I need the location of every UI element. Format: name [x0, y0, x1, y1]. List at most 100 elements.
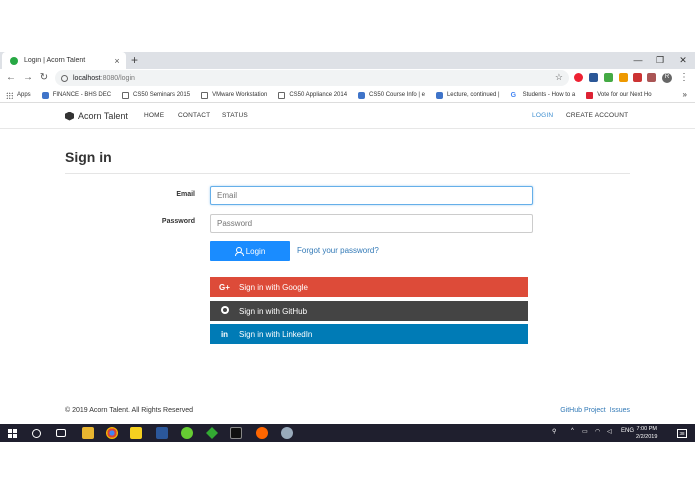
forgot-password-link[interactable]: Forgot your password?: [297, 246, 379, 255]
bookmark-students[interactable]: G Students - How to a: [511, 92, 576, 99]
nav-create-account[interactable]: CREATE ACCOUNT: [566, 112, 628, 119]
browser-tab-strip: Login | Acorn Talent × + — ❐ ✕: [0, 52, 695, 69]
sign-in-linkedin-button[interactable]: in Sign in with LinkedIn: [210, 324, 528, 344]
bookmark-vmware[interactable]: VMware Workstation: [201, 91, 267, 99]
brand-link[interactable]: Acorn Talent: [65, 111, 128, 121]
apps-grid-icon: [6, 91, 13, 99]
bottom-margin: [0, 442, 695, 494]
file-explorer-icon[interactable]: [82, 427, 94, 439]
nav-login[interactable]: LOGIN: [532, 112, 553, 119]
url-text: localhost:8080/login: [73, 74, 135, 82]
page-icon: [122, 91, 130, 99]
language-indicator[interactable]: ENG: [621, 428, 634, 434]
bookmark-apps[interactable]: Apps: [6, 91, 31, 99]
battery-icon[interactable]: ▭: [582, 428, 588, 435]
chrome-icon[interactable]: [106, 427, 118, 439]
email-label: Email: [176, 191, 195, 198]
taskbar-clock[interactable]: 7:00 PM 2/2/2019: [636, 425, 657, 441]
bookmarks-more-icon[interactable]: »: [683, 90, 687, 99]
bookmark-star-icon[interactable]: ☆: [555, 72, 563, 83]
bookmark-finance[interactable]: FINANCE - BHS DEC: [41, 91, 111, 99]
app-icon[interactable]: [206, 427, 218, 439]
cube-logo-icon: [65, 111, 74, 121]
email-input[interactable]: [210, 186, 533, 205]
back-arrow-icon[interactable]: ←: [4, 71, 18, 85]
tab-close-icon[interactable]: ×: [112, 56, 122, 66]
edx-icon: [435, 91, 443, 99]
google-icon: G: [510, 91, 517, 99]
sticky-notes-icon[interactable]: [130, 427, 142, 439]
github-project-link[interactable]: GitHub Project: [560, 407, 606, 414]
word-icon[interactable]: [156, 427, 168, 439]
extension-icon[interactable]: [589, 73, 598, 82]
sign-in-google-button[interactable]: G+ Sign in with Google: [210, 277, 528, 297]
footer-links: GitHub Project Issues: [556, 407, 630, 414]
info-icon[interactable]: [61, 74, 68, 82]
top-margin: [0, 0, 695, 52]
address-bar[interactable]: localhost:8080/login ☆: [55, 70, 569, 86]
new-tab-button[interactable]: +: [131, 53, 138, 67]
app-navbar: Acorn Talent HOME CONTACT STATUS LOGIN C…: [0, 104, 695, 129]
wifi-icon[interactable]: ◠: [595, 428, 600, 435]
bookmark-vote[interactable]: Vote for our Next Ho: [586, 91, 652, 99]
bookmarks-bar: Apps FINANCE - BHS DEC CS50 Seminars 201…: [0, 88, 695, 103]
sign-in-linkedin-label: Sign in with LinkedIn: [239, 329, 313, 339]
minimize-button[interactable]: —: [626, 52, 650, 69]
browser-toolbar: ← → ↻ localhost:8080/login ☆ R ⋮: [0, 69, 695, 88]
extension-icon[interactable]: [647, 73, 656, 82]
page-title: Sign in: [65, 149, 112, 165]
notification-center-icon[interactable]: 38: [677, 429, 687, 438]
password-input[interactable]: [210, 214, 533, 233]
clock-date: 2/2/2019: [636, 434, 658, 440]
app-icon[interactable]: [181, 427, 193, 439]
extension-icon[interactable]: [604, 73, 613, 82]
bookmark-cs50-seminars[interactable]: CS50 Seminars 2015: [122, 91, 190, 99]
page-icon: [278, 91, 286, 99]
bookmark-cs50-course-info[interactable]: CS50 Course Info | e: [358, 91, 425, 99]
favicon-icon: [10, 56, 18, 65]
task-view-icon[interactable]: [56, 429, 66, 437]
nav-home[interactable]: HOME: [144, 112, 164, 119]
edx-icon: [358, 91, 366, 99]
divider: [65, 173, 630, 174]
forward-arrow-icon[interactable]: →: [21, 71, 35, 85]
profile-avatar[interactable]: R: [662, 73, 672, 83]
opera-extension-icon[interactable]: [574, 73, 583, 82]
linkedin-icon: in: [220, 329, 229, 339]
sign-in-google-label: Sign in with Google: [239, 282, 308, 292]
extension-icon[interactable]: [633, 73, 642, 82]
terminal-icon[interactable]: [230, 427, 242, 439]
brand-name: Acorn Talent: [78, 111, 128, 121]
extension-icon[interactable]: [619, 73, 628, 82]
app-icon[interactable]: [281, 427, 293, 439]
google-plus-icon: G+: [219, 282, 230, 292]
maximize-button[interactable]: ❐: [648, 52, 672, 69]
nav-contact[interactable]: CONTACT: [178, 112, 210, 119]
issues-link[interactable]: Issues: [610, 407, 630, 414]
app-icon[interactable]: [256, 427, 268, 439]
user-icon: [234, 247, 244, 256]
windows-start-icon[interactable]: [8, 429, 17, 438]
close-window-button[interactable]: ✕: [671, 52, 695, 69]
login-button[interactable]: Login: [210, 241, 290, 261]
bookmark-cs50-appliance[interactable]: CS50 Appliance 2014: [278, 91, 347, 99]
tab-title: Login | Acorn Talent: [24, 57, 86, 64]
page-icon: [201, 91, 209, 99]
app-page: Acorn Talent HOME CONTACT STATUS LOGIN C…: [0, 104, 695, 424]
menu-kebab-icon[interactable]: ⋮: [677, 71, 691, 85]
people-icon[interactable]: ⚲: [552, 428, 556, 435]
sign-in-github-button[interactable]: Sign in with GitHub: [210, 301, 528, 321]
reload-icon[interactable]: ↻: [37, 71, 51, 85]
browser-tab[interactable]: Login | Acorn Talent ×: [2, 52, 126, 69]
vote-icon: [586, 91, 594, 99]
volume-icon[interactable]: ◁: [607, 428, 612, 435]
cortana-search-icon[interactable]: [32, 429, 41, 438]
nav-status[interactable]: STATUS: [222, 112, 248, 119]
password-label: Password: [161, 218, 195, 225]
footer-copyright: © 2019 Acorn Talent. All Rights Reserved: [65, 407, 193, 414]
sign-in-github-label: Sign in with GitHub: [239, 306, 308, 316]
wave-icon: [41, 91, 49, 99]
windows-taskbar: ⚲ ^ ▭ ◠ ◁ ENG 7:00 PM 2/2/2019 38: [0, 424, 695, 442]
tray-chevron-icon[interactable]: ^: [571, 428, 574, 434]
bookmark-lecture[interactable]: Lecture, continued |: [435, 91, 500, 99]
